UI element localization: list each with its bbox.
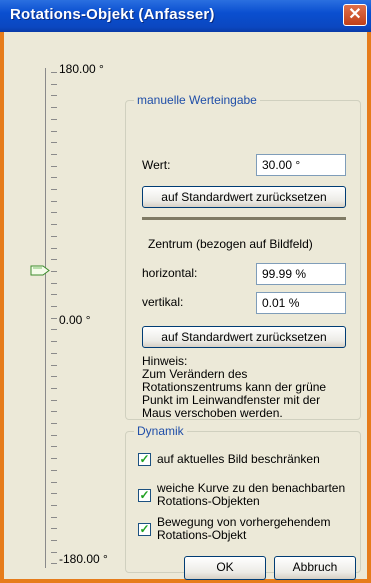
center-heading: Zentrum (bezogen auf Bildfeld) <box>148 237 313 251</box>
dialog-window: Rotations-Objekt (Anfasser) ✕ 180.00 ° 0… <box>0 0 371 583</box>
close-icon: ✕ <box>348 6 362 23</box>
slider-tick <box>51 212 57 214</box>
slider-max-label: 180.00 ° <box>59 62 104 76</box>
slider-tick <box>51 83 57 85</box>
horizontal-label: horizontal: <box>142 266 198 280</box>
dynamik-option-label-3: Bewegung von vorhergehendem Rotations-Obj… <box>157 516 330 542</box>
slider-tick <box>51 446 57 448</box>
slider-tick <box>51 282 57 284</box>
slider-tick <box>51 224 57 226</box>
slider-tick <box>51 434 57 436</box>
slider-tick <box>51 329 57 331</box>
slider-tick <box>51 72 57 73</box>
slider-tick <box>51 469 57 471</box>
slider-tick <box>51 200 57 202</box>
slider-tick <box>51 153 57 155</box>
ok-button[interactable]: OK <box>184 556 266 580</box>
slider-tick <box>51 387 57 389</box>
slider-mid-label: 0.00 ° <box>59 313 91 327</box>
slider-tick <box>51 306 57 307</box>
slider-tick <box>51 270 57 272</box>
slider-track[interactable] <box>45 68 46 568</box>
slider-tick <box>51 317 57 319</box>
manual-input-group: manuelle Werteingabe Wert: 30.00 ° auf S… <box>125 93 361 420</box>
vertical-field[interactable]: 0.01 % <box>256 292 346 314</box>
dialog-body: 180.00 ° 0.00 ° -180.00 ° manuelle Werte… <box>4 32 367 580</box>
slider-tick <box>51 376 57 378</box>
option-label-line: Rotations-Objekten <box>157 494 260 508</box>
slider-tick <box>51 423 57 424</box>
slider-tick <box>51 118 57 120</box>
slider-tick <box>51 259 57 261</box>
slider-tick <box>51 364 57 366</box>
vertical-label: vertikal: <box>142 295 184 309</box>
slider-tick <box>51 411 57 413</box>
slider-tick <box>51 504 57 506</box>
slider-tick <box>51 95 57 97</box>
horizontal-field[interactable]: 99.99 % <box>256 263 346 285</box>
slider-tick <box>51 551 57 553</box>
slider-tick <box>51 247 57 249</box>
dynamik-option-label-1: auf aktuelles Bild beschränken <box>157 453 320 466</box>
title-bar[interactable]: Rotations-Objekt (Anfasser) ✕ <box>0 0 371 32</box>
window-title: Rotations-Objekt (Anfasser) <box>10 6 215 23</box>
slider-tick <box>51 341 57 343</box>
dynamik-checkbox-3[interactable]: ✓ <box>138 523 151 536</box>
slider-tick <box>51 563 57 565</box>
cancel-button[interactable]: Abbruch <box>274 556 356 580</box>
slider-tick <box>51 516 57 518</box>
value-field[interactable]: 30.00 ° <box>256 154 346 176</box>
dynamik-group: Dynamik ✓ auf aktuelles Bild beschränken ✓… <box>125 424 361 573</box>
slider-tick <box>51 481 57 483</box>
slider-tick <box>51 458 57 460</box>
reset-value-button[interactable]: auf Standardwert zurücksetzen <box>142 186 346 208</box>
close-button[interactable]: ✕ <box>343 4 367 26</box>
dynamik-checkbox-2[interactable]: ✓ <box>138 489 151 502</box>
value-label: Wert: <box>142 158 171 172</box>
slider-tick <box>51 107 57 109</box>
manual-input-legend: manuelle Werteingabe <box>134 93 260 107</box>
dynamik-option-label-2: weiche Kurve zu den benachbarten Rotation… <box>157 482 345 508</box>
dynamik-legend: Dynamik <box>134 424 187 438</box>
group-separator <box>142 217 346 220</box>
slider-min-label: -180.00 ° <box>59 552 108 566</box>
hint-text: Hinweis: Zum Verändern des Rotationszentru… <box>142 355 326 420</box>
slider-tick <box>51 528 57 530</box>
slider-tick <box>51 177 57 179</box>
slider-tick <box>51 294 57 296</box>
slider-tick <box>51 352 57 354</box>
slider-thumb[interactable] <box>30 265 50 276</box>
slider-tick <box>51 540 57 541</box>
option-label-line: Rotations-Objekt <box>157 528 247 542</box>
option-label-line: auf aktuelles Bild beschränken <box>157 452 320 466</box>
slider-tick <box>51 130 57 132</box>
slider-tick <box>51 142 57 144</box>
hint-line: Maus verschoben werden. <box>142 406 283 420</box>
slider-tick <box>51 189 57 190</box>
slider-tick <box>51 399 57 401</box>
dynamik-checkbox-1[interactable]: ✓ <box>138 453 151 466</box>
slider-tick <box>51 165 57 167</box>
slider-tick <box>51 235 57 237</box>
reset-center-button[interactable]: auf Standardwert zurücksetzen <box>142 326 346 348</box>
slider-tick <box>51 493 57 495</box>
